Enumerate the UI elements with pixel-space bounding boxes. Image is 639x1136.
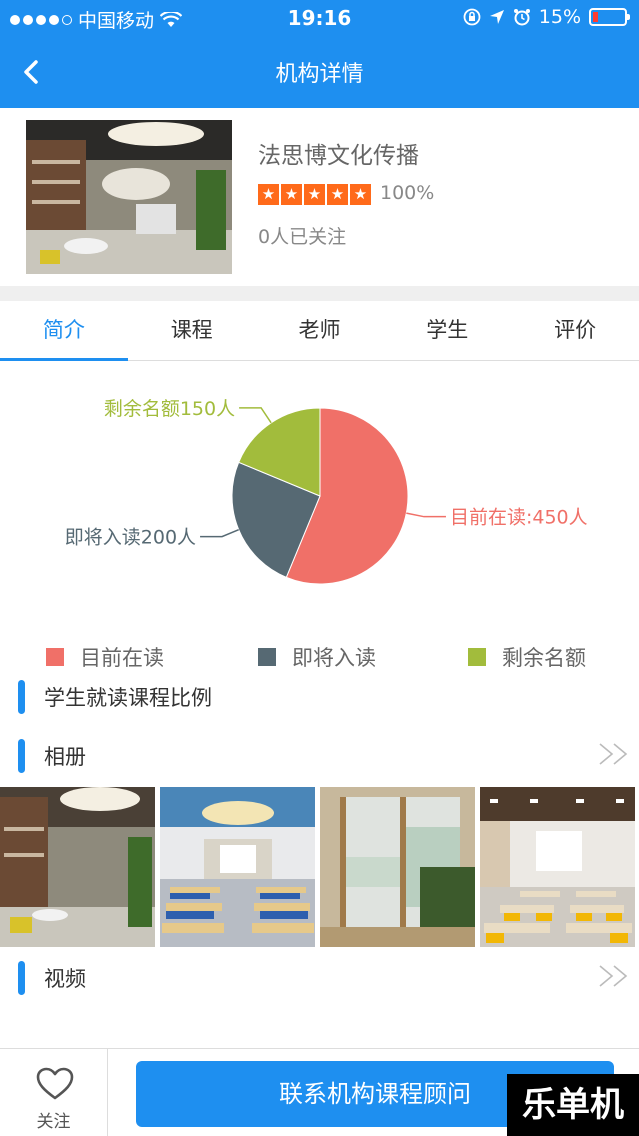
rotation-lock-icon [463,8,481,26]
alarm-icon [513,9,530,26]
legend-swatch [258,648,276,666]
tab-bar: 简介 课程 老师 学生 评价 [0,301,639,361]
legend-label: 即将入读 [292,646,376,670]
star-icon: ★ [304,184,325,205]
org-name: 法思博文化传播 [258,143,419,169]
leader-line [406,512,446,518]
battery-icon [589,8,630,26]
legend-label: 剩余名额 [502,646,586,670]
star-icon: ★ [327,184,348,205]
watermark-logo: 乐单机 [507,1074,639,1136]
section-marker [18,961,25,995]
album-photo[interactable] [480,787,635,947]
page-title: 机构详情 [275,62,364,87]
status-bar: 中国移动 19:16 15% [0,0,639,36]
tab-reviews[interactable]: 评价 [511,301,639,360]
follow-button[interactable]: 关注 [0,1049,108,1136]
album-section-title: 相册 [44,745,86,769]
double-chevron-right-icon[interactable] [597,963,631,989]
legend-item-upcoming: 即将入读 [258,642,376,672]
star-icon: ★ [281,184,302,205]
org-photo[interactable] [26,120,232,274]
tab-teachers[interactable]: 老师 [256,301,384,360]
double-chevron-right-icon[interactable] [597,741,631,767]
pie-chart: 目前在读:450人即将入读200人 剩余名额150人 [65,398,588,585]
leader-line [239,407,272,424]
follow-label: 关注 [36,1112,71,1132]
location-icon [489,10,504,24]
legend-swatch [46,648,64,666]
album-photo[interactable] [160,787,315,947]
heart-icon [36,1067,74,1100]
follower-count: 0人已关注 [258,226,347,248]
section-marker [18,739,25,773]
tab-students[interactable]: 学生 [383,301,511,360]
legend-item-current: 目前在读 [46,642,164,672]
album-photo[interactable] [0,787,155,947]
chart-section-title: 学生就读课程比例 [44,686,212,710]
star-icon: ★ [258,184,279,205]
battery-percent: 15% [538,6,581,28]
video-section-title: 视频 [44,967,86,991]
slice-label: 目前在读:450人 [450,507,588,529]
album-gallery [0,787,639,947]
album-section-header[interactable]: 相册 [0,737,639,777]
legend-label: 目前在读 [80,646,164,670]
legend-swatch [468,648,486,666]
star-icon: ★ [350,184,371,205]
section-marker [18,680,25,714]
leader-line [200,528,239,538]
tab-intro[interactable]: 简介 [0,301,128,361]
nav-header: 机构详情 [0,36,639,108]
legend-item-remaining: 剩余名额 [468,642,586,672]
video-section-header[interactable]: 视频 [0,959,639,999]
tab-courses[interactable]: 课程 [128,301,256,360]
org-info-card: 法思博文化传播 ★ ★ ★ ★ ★ 100% 0人已关注 [0,108,639,286]
slice-label: 即将入读200人 [65,527,196,549]
rating-stars: ★ ★ ★ ★ ★ [258,184,371,205]
chart-legend: 目前在读 即将入读 剩余名额 [0,638,639,674]
album-photo[interactable] [320,787,475,947]
slice-label: 剩余名额150人 [104,398,235,420]
chart-section-header: 学生就读课程比例 [0,678,639,718]
section-divider [0,286,639,301]
rating-percent: 100% [380,182,435,204]
